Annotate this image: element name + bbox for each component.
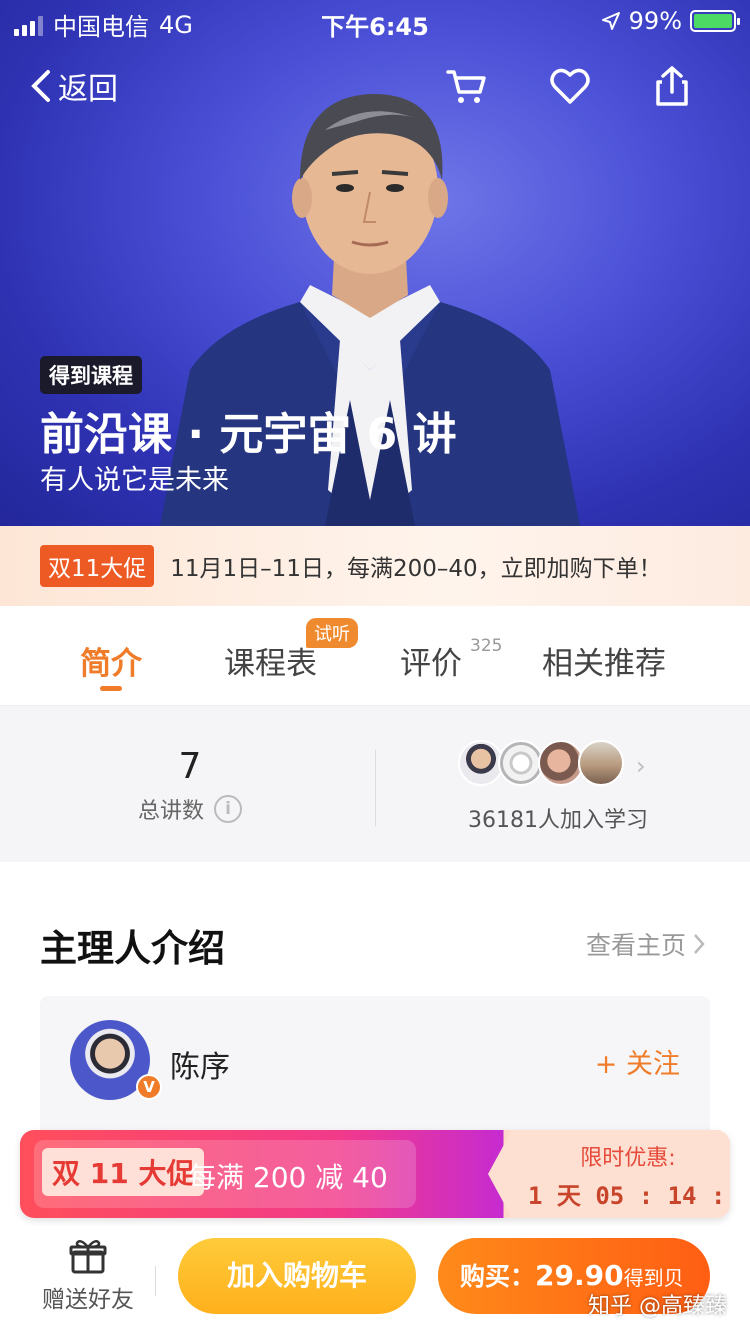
plus-icon: +: [594, 1049, 626, 1080]
active-tab-indicator: [100, 686, 122, 691]
lecture-count: 7: [178, 746, 202, 787]
gift-button[interactable]: 赠送好友: [36, 1238, 140, 1314]
host-name: 陈序: [170, 1050, 230, 1085]
avatar: [578, 740, 624, 786]
host-card[interactable]: V 陈序 + 关注: [40, 996, 710, 1136]
location-arrow-icon: [601, 12, 620, 30]
tab-intro[interactable]: 简介: [80, 638, 142, 683]
add-to-cart-button[interactable]: 加入购物车: [178, 1238, 416, 1314]
course-source-tag: 得到课程: [40, 356, 142, 394]
status-right: 99%: [601, 7, 740, 35]
buy-unit: 得到贝: [623, 1266, 684, 1290]
watermark: 知乎 @高臻臻: [588, 1294, 727, 1319]
promo-text: 11月1日–11日，每满200–40，立即加购下单！: [170, 556, 662, 582]
stats-divider: [375, 750, 376, 826]
info-icon[interactable]: i: [214, 795, 242, 823]
share-icon[interactable]: [650, 64, 694, 108]
battery-icon: [690, 10, 740, 32]
host-section-title: 主理人介绍: [40, 927, 225, 970]
course-subtitle: 有人说它是未来: [40, 465, 229, 496]
view-home-link[interactable]: 查看主页: [586, 926, 706, 962]
trial-badge: 试听: [306, 618, 358, 648]
countdown-timer: 1 天 05 : 14 : 42: [528, 1182, 730, 1210]
battery-percent: 99%: [628, 7, 682, 35]
chevron-right-icon: ›: [636, 752, 646, 780]
nav-bar: 返回: [0, 56, 750, 112]
limited-offer-label: 限时优惠:: [580, 1146, 676, 1171]
gift-label: 赠送好友: [42, 1287, 134, 1313]
view-home-label: 查看主页: [585, 931, 686, 960]
heart-icon[interactable]: [548, 64, 592, 108]
tab-recommendations[interactable]: 相关推荐: [542, 638, 666, 683]
promo-strip[interactable]: 双11大促 11月1日–11日，每满200–40，立即加购下单！: [0, 526, 750, 606]
banner-notch: [488, 1130, 528, 1218]
tab-syllabus[interactable]: 课程表: [224, 638, 317, 683]
promo-tag: 双 11 大促: [42, 1148, 205, 1196]
promo-badge: 双11大促: [40, 545, 155, 587]
learner-avatars[interactable]: [458, 740, 624, 786]
status-bar: 中国电信 4G 下午6:45 99%: [0, 0, 750, 44]
tab-reviews[interactable]: 评价: [400, 638, 462, 683]
back-label: 返回: [58, 72, 118, 107]
review-count: 325: [470, 636, 503, 656]
lecture-count-stat: 7 总讲数 i: [120, 746, 260, 825]
chevron-left-icon: [31, 70, 50, 102]
chevron-right-icon: [694, 934, 705, 954]
learners-count: 36181人加入学习: [468, 808, 648, 833]
course-hero: 中国电信 4G 下午6:45 99% 返回 得到课程 前沿课 · 元宇宙 6 讲…: [0, 0, 750, 526]
cart-icon[interactable]: [444, 64, 488, 108]
lecture-label-row: 总讲数 i: [120, 793, 260, 825]
buy-label: 购买：: [460, 1262, 536, 1291]
follow-label: 关注: [626, 1049, 680, 1080]
promo-offer: 每满 200 减 40: [188, 1161, 388, 1194]
course-stats: 7 总讲数 i › 36181人加入学习: [0, 706, 750, 862]
promo-float-banner[interactable]: 双 11 大促 每满 200 减 40 限时优惠: 1 天 05 : 14 : …: [20, 1130, 730, 1218]
divider: [155, 1266, 156, 1296]
verified-badge: V: [136, 1074, 162, 1100]
course-title: 前沿课 · 元宇宙 6 讲: [40, 409, 457, 460]
back-button[interactable]: 返回: [30, 64, 118, 108]
follow-button[interactable]: + 关注: [595, 1042, 680, 1081]
lecture-label: 总讲数: [137, 799, 204, 824]
gift-icon: [69, 1239, 107, 1274]
tab-bar: 简介 课程表 试听 评价 325 相关推荐: [0, 606, 750, 706]
